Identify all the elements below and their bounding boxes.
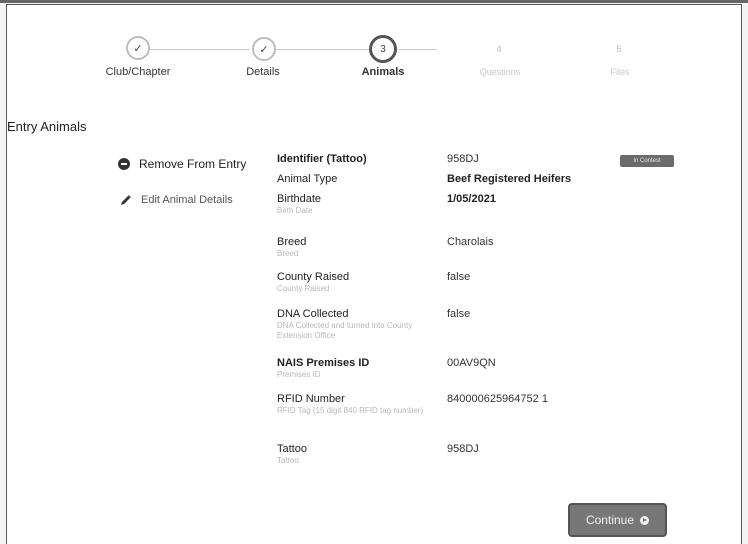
detail-value: 1/05/2021	[447, 193, 496, 205]
remove-from-entry-button[interactable]: Remove From Entry	[117, 157, 246, 171]
detail-value: 840000625964752 1	[447, 393, 548, 405]
detail-label: DNA Collected	[277, 308, 349, 320]
edit-animal-details-button[interactable]: Edit Animal Details	[119, 193, 233, 207]
step-1-check-icon[interactable]: ✓	[126, 36, 150, 60]
step-3-current-marker[interactable]: 3	[369, 35, 397, 63]
detail-value: 00AV9QN	[447, 357, 496, 369]
step-2-check-icon[interactable]: ✓	[252, 37, 276, 61]
detail-label: NAIS Premises ID	[277, 357, 370, 369]
step-3-label: Animals	[361, 66, 405, 78]
continue-label: Continue	[585, 513, 635, 527]
entry-form: ✓ Club/Chapter ✓ Details 3 Animals 4 Que…	[6, 4, 742, 544]
detail-label: Tattoo	[277, 443, 307, 455]
detail-value: Charolais	[447, 236, 494, 248]
detail-sublabel: DNA Collected and turned into County Ext…	[277, 321, 413, 340]
step-5-label: Files	[610, 67, 630, 77]
pencil-icon	[119, 193, 133, 207]
step-connector	[397, 49, 437, 50]
section-title: Entry Animals	[7, 119, 87, 134]
detail-value: false	[447, 308, 471, 320]
step-1-label: Club/Chapter	[105, 66, 171, 78]
detail-sublabel: Tattoo	[277, 456, 299, 465]
step-4-label: Questions	[479, 67, 521, 77]
detail-sublabel: Breed	[277, 249, 299, 258]
detail-value: 958DJ	[447, 443, 479, 455]
detail-sublabel: County Raised	[277, 284, 330, 293]
detail-label: Birthdate	[277, 193, 322, 205]
detail-label: RFID Number	[277, 393, 345, 405]
progress-stepper: ✓ Club/Chapter ✓ Details 3 Animals 4 Que…	[7, 5, 743, 95]
detail-sublabel: Premises ID	[277, 370, 321, 379]
step-connector	[275, 49, 370, 50]
remove-from-entry-label: Remove From Entry	[139, 157, 247, 171]
top-border	[0, 0, 748, 3]
step-connector	[136, 49, 250, 50]
detail-label: County Raised	[277, 271, 350, 283]
detail-value: 958DJ	[447, 153, 479, 165]
detail-sublabel: RFID Tag (15 digit 840 RFID tag number)	[277, 406, 424, 415]
detail-label: Animal Type	[277, 173, 338, 185]
detail-label: Identifier (Tattoo)	[277, 153, 367, 165]
detail-sublabel: Birth Date	[277, 206, 313, 215]
arrow-right-circle-icon	[640, 515, 650, 525]
status-badge: In Contest	[620, 155, 674, 167]
remove-icon	[117, 157, 131, 171]
continue-button[interactable]: Continue	[568, 503, 667, 537]
step-2-label: Details	[246, 66, 280, 78]
step-4-marker[interactable]: 4	[491, 41, 507, 57]
detail-value: Beef Registered Heifers	[447, 173, 572, 185]
edit-animal-details-label: Edit Animal Details	[141, 194, 233, 206]
detail-value: false	[447, 271, 471, 283]
detail-label: Breed	[277, 236, 307, 248]
step-5-marker[interactable]: 5	[611, 41, 627, 57]
